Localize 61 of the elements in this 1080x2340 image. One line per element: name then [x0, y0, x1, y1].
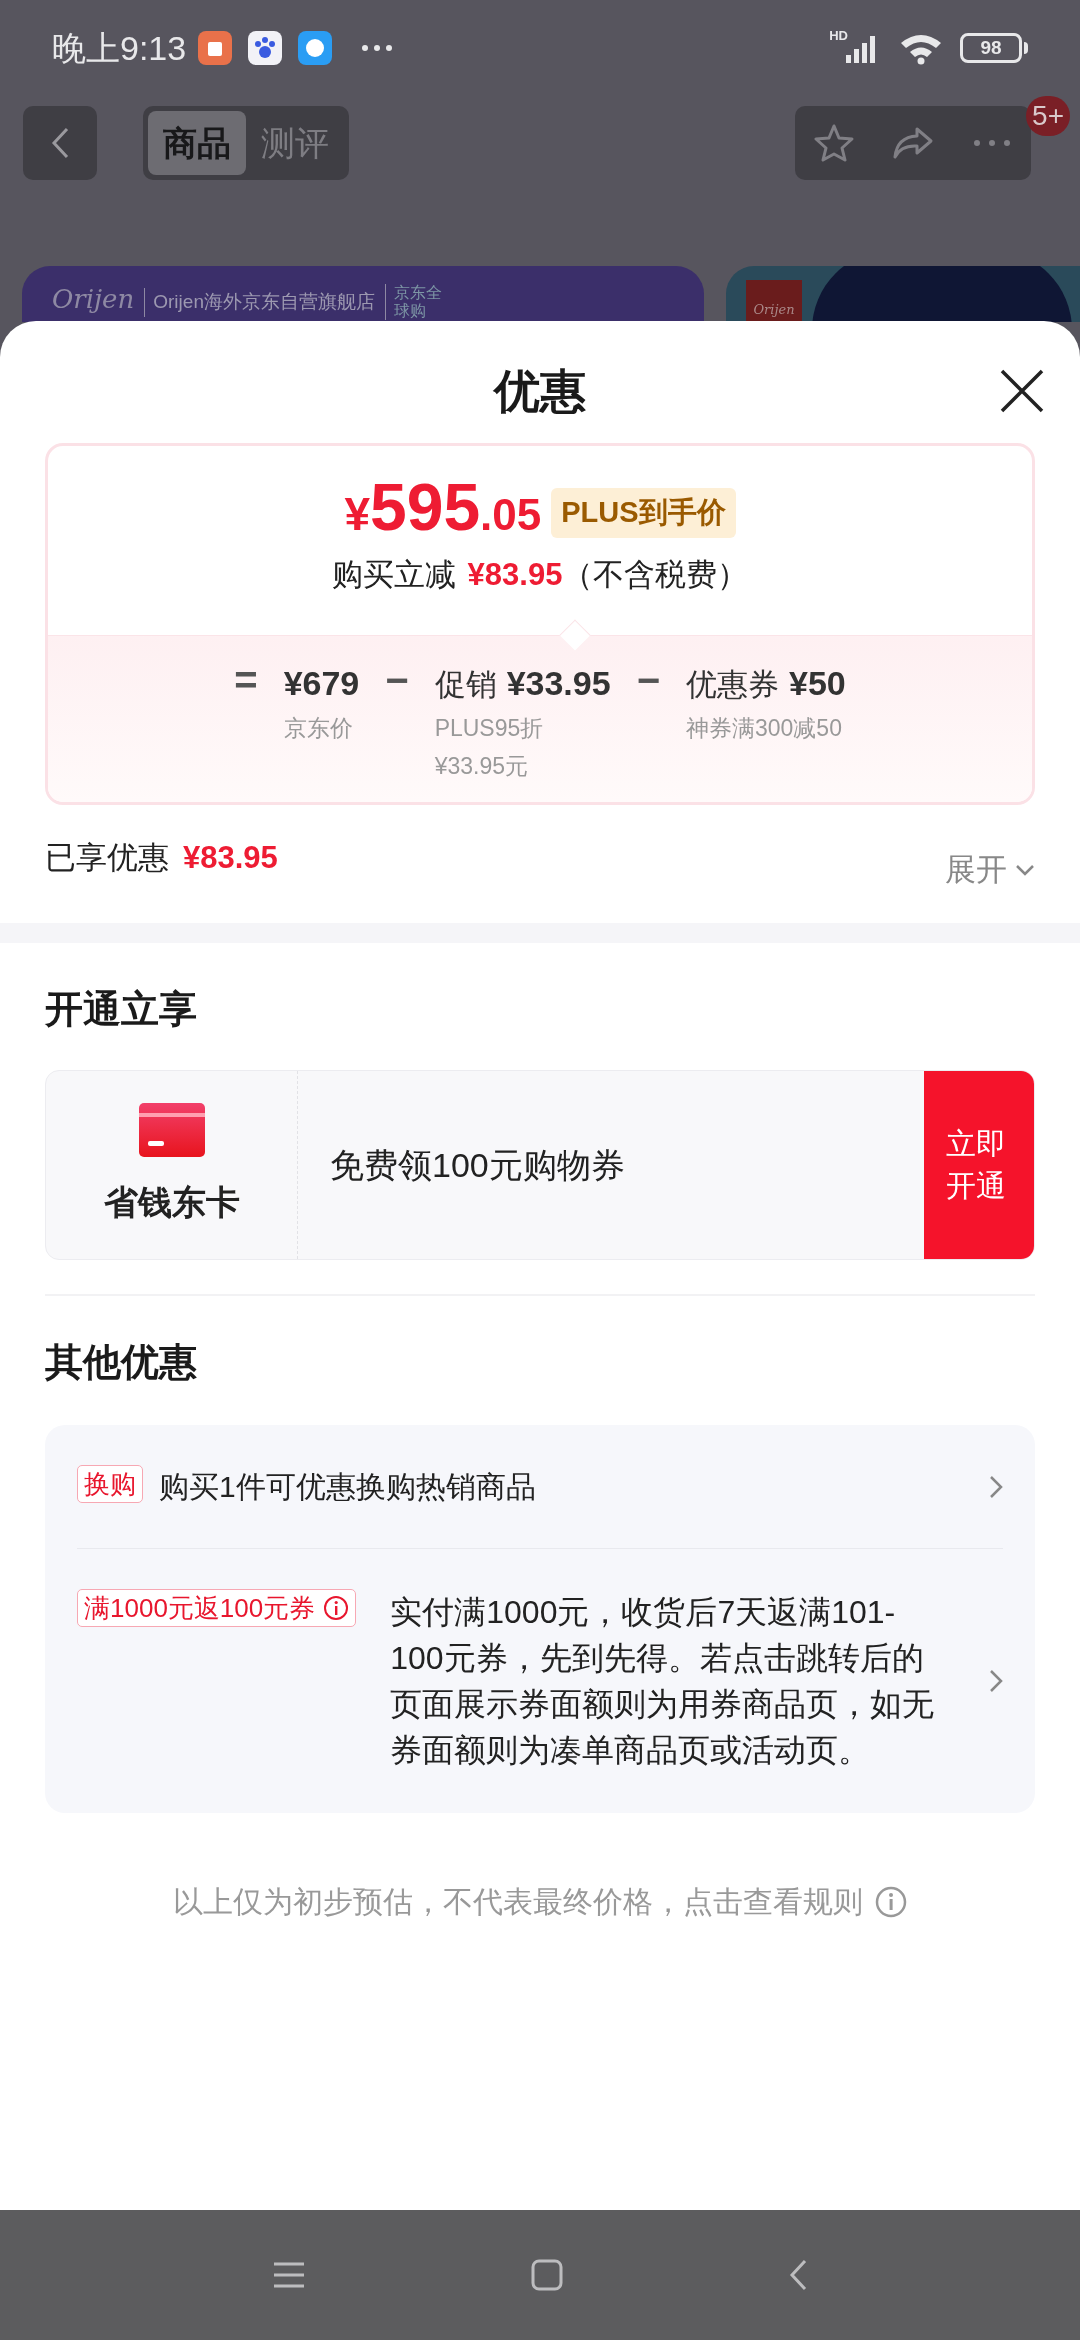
- offer-text: 免费领100元购物券: [330, 1144, 625, 1186]
- savings-amount: ¥83.95: [183, 838, 278, 877]
- back-icon: [50, 126, 70, 160]
- tax-note: （不含税费）: [562, 556, 749, 594]
- home-icon[interactable]: [530, 2258, 564, 2292]
- close-icon: [999, 368, 1045, 414]
- activate-button[interactable]: 立即开通: [924, 1071, 1034, 1259]
- brand-logo: Orijen: [52, 283, 135, 316]
- price-tag: PLUS到手价: [551, 488, 736, 538]
- section-heading: 其他优惠: [44, 1340, 198, 1385]
- info-icon: [875, 1885, 907, 1918]
- operator-sign: =: [234, 657, 258, 704]
- status-time: 晚上9:13: [52, 27, 187, 69]
- breakdown-amount: ¥50: [789, 662, 846, 704]
- operator-sign: −: [385, 657, 409, 704]
- paw-icon: [248, 31, 283, 65]
- tab[interactable]: 商品: [148, 111, 246, 175]
- offer-tag: 换购: [77, 1465, 143, 1503]
- menu-icon[interactable]: [272, 2261, 306, 2289]
- share-icon[interactable]: [891, 125, 935, 161]
- tab[interactable]: 测评: [246, 111, 344, 175]
- more-icon[interactable]: [972, 138, 1013, 148]
- chevron-down-icon: [1015, 862, 1035, 877]
- notification-badge: 5+: [1026, 96, 1070, 136]
- chat-app-icon: [298, 31, 333, 65]
- network-label: HD: [829, 27, 848, 45]
- expand-button[interactable]: 展开: [945, 846, 1035, 893]
- breakdown-label: 促销: [434, 665, 497, 704]
- breakdown-amount: ¥33.95: [506, 662, 611, 704]
- breakdown-note: PLUS95折: [434, 713, 545, 743]
- chevron-right-icon: [989, 1669, 1003, 1693]
- global-label: 京东全球购: [384, 284, 451, 320]
- offer-tag: 满1000元返100元券: [77, 1589, 357, 1627]
- offer-row[interactable]: 满1000元返100元券 实付满1000元，收货后7天返满101-100元券，先到先得。若点击跳转后的页面展示券面额则为用券商品页，如无券面额则为凑单商品页或活动页。: [77, 1548, 1003, 1813]
- battery-indicator: 98: [960, 33, 1022, 63]
- more-icon: [360, 43, 395, 53]
- store-name: Orijen海外京东自营旗舰店: [144, 288, 375, 317]
- card-icon: [138, 1102, 205, 1157]
- breakdown-note: ¥33.95元: [434, 751, 529, 781]
- offer-text: 实付满1000元，收货后7天返满101-100元券，先到先得。若点击跳转后的页面展示券面额则为用券商品页，如无券面额则为凑单商品页或活动页。: [390, 1593, 936, 1770]
- chevron-right-icon: [989, 1474, 1003, 1499]
- app-icon: [198, 31, 233, 65]
- breakdown-amount: ¥679: [283, 662, 360, 704]
- back-icon[interactable]: [788, 2258, 808, 2292]
- star-icon[interactable]: [813, 123, 854, 163]
- reduction-label: 购买立减: [331, 556, 456, 594]
- reduction-amount: ¥83.95: [467, 556, 563, 594]
- back-button[interactable]: [23, 106, 97, 180]
- info-icon: [323, 1595, 350, 1621]
- section-heading: 开通立享: [44, 987, 198, 1032]
- card-name: 省钱东卡: [103, 1181, 240, 1223]
- offer-text: 购买1件可优惠换购热销商品: [159, 1469, 536, 1505]
- savings-label: 已享优惠: [45, 838, 169, 877]
- breakdown-note: 神券满300减50: [686, 713, 843, 743]
- breakdown-note: 京东价: [283, 713, 354, 743]
- brand-logo: Orijen: [753, 301, 795, 320]
- sheet-title: 优惠: [494, 363, 586, 419]
- final-price: ¥595.05: [344, 474, 542, 540]
- operator-sign: −: [636, 657, 660, 704]
- offer-row[interactable]: 换购 购买1件可优惠换购热销商品: [77, 1425, 1003, 1548]
- breakdown-label: 优惠券: [686, 665, 779, 704]
